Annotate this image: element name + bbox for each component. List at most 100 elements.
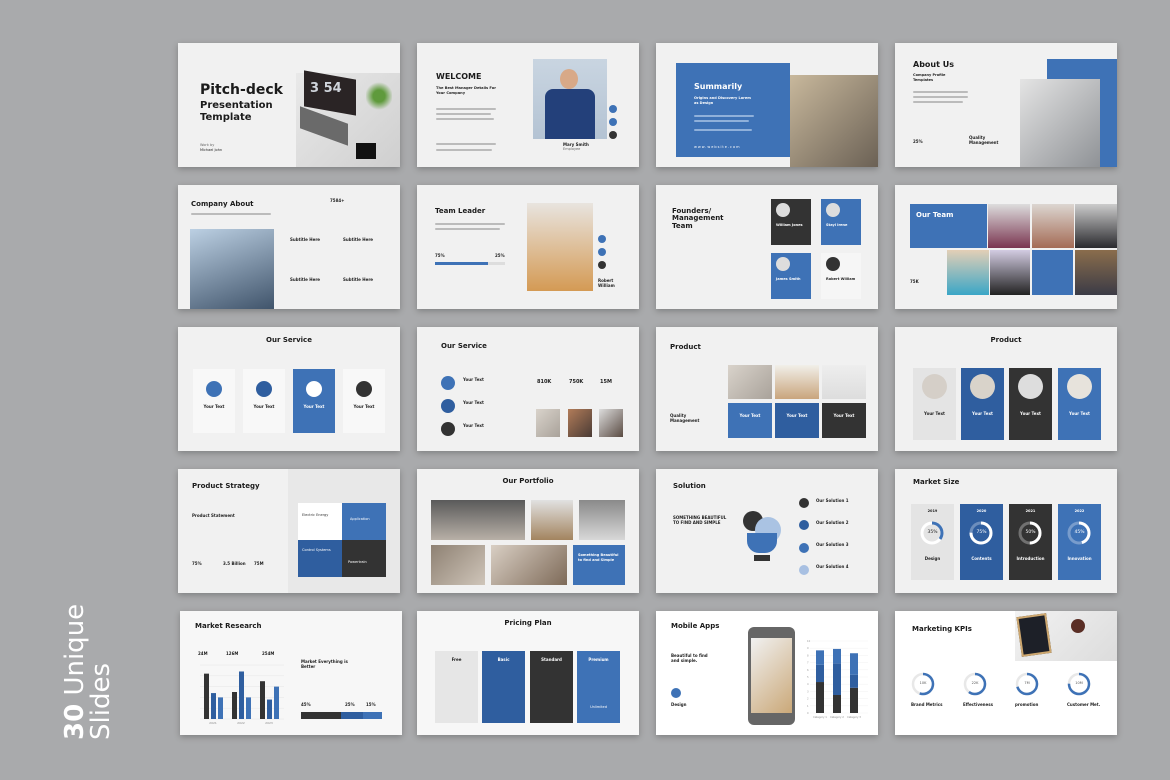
slide-market-research[interactable]: Market Research 24M 126M 254M 2021 2022 20…: [180, 611, 402, 735]
plan-feature: Unlimited: [590, 705, 607, 709]
product-card-title: Your Text: [739, 413, 761, 418]
slide-title: WELCOME: [436, 72, 482, 81]
person-role: Employee: [563, 147, 581, 151]
website-url: www.website.com: [694, 145, 741, 149]
stat-value: 810K: [537, 379, 552, 385]
side-label: 30 Unique Slides: [60, 604, 116, 740]
bar-series-2-2023: [267, 699, 272, 719]
percent-label: 75%: [976, 530, 987, 535]
x-tick-label: Category 2: [830, 715, 844, 719]
text-line: [913, 96, 968, 98]
slide-team-leader[interactable]: Team Leader 75% 25% Robert William: [417, 185, 639, 309]
slide-subtitle: Product Statement: [192, 513, 235, 518]
slide-marketing-kpis[interactable]: Marketing KPIs 10K Brand Metrics 22K Effect…: [895, 611, 1117, 735]
stack-series-2-category-2: [833, 663, 841, 695]
portfolio-photo: [579, 500, 625, 540]
service-icon: [441, 376, 455, 390]
plan-name: Premium: [588, 657, 609, 662]
founder-name: James Smith: [776, 277, 801, 281]
portfolio-caption-box: Something Beautiful to find and Simple: [573, 545, 625, 585]
slide-founders[interactable]: Founders/ Management Team William Jones …: [656, 185, 878, 309]
feature-title: Subtitle Here: [290, 277, 321, 282]
slide-our-service-cards[interactable]: Our Service Your Text Your Text Your Tex…: [178, 327, 400, 451]
service-card-title: Your Text: [303, 404, 325, 409]
plan-column[interactable]: Standard: [530, 651, 573, 723]
slide-product-cards[interactable]: Product Your Text Your Text Your Text Yo…: [895, 327, 1117, 451]
slide-title: Product: [990, 336, 1022, 344]
slide-about-us[interactable]: About Us Company Profile Templates 25% Q…: [895, 43, 1117, 167]
product-photo: [728, 365, 772, 399]
founder-card: Robert William: [821, 253, 861, 299]
slide-product-strategy[interactable]: Product Strategy Product Statement Elect…: [178, 469, 400, 593]
social-icon[interactable]: [598, 248, 606, 256]
product-card: Your Text: [822, 403, 866, 438]
check-icon: [799, 543, 809, 553]
feature-title: Subtitle Here: [343, 237, 374, 242]
service-item: Your Text: [463, 423, 484, 428]
slide-subtitle: Company Profile Templates: [913, 73, 946, 82]
bullet-line: [436, 149, 492, 151]
slide-welcome[interactable]: WELCOME The Best Manager Details For You…: [417, 43, 639, 167]
slide-market-size[interactable]: Market Size 2019 35% Design 2020 75% Contents…: [895, 469, 1117, 593]
slide-our-service-list[interactable]: Our Service Your Text Your Text Your Tex…: [417, 327, 639, 451]
slide-title: Our Team: [916, 211, 954, 219]
slide-solution[interactable]: Solution SOMETHING BEAUTIFUL TO FIND AND…: [656, 469, 878, 593]
service-item: Your Text: [463, 400, 484, 405]
stack-series-1-category-2: [833, 695, 841, 713]
social-icon[interactable]: [609, 131, 617, 139]
slide-summarily[interactable]: Summarily Origins and Discovery Lorem as…: [656, 43, 878, 167]
design-icon: [671, 688, 681, 698]
quadrant: Powertrain: [342, 540, 386, 577]
service-card: Your Text: [343, 369, 385, 433]
market-size-card: 2019 35% Design: [911, 504, 954, 580]
plan-column[interactable]: Basic: [482, 651, 525, 723]
slide-title: Mobile Apps: [671, 622, 720, 630]
plan-name: Free: [451, 657, 462, 662]
slide-pitch-deck[interactable]: Pitch-deck Presentation Template Work by…: [178, 43, 400, 167]
team-panel: Our Team: [910, 204, 987, 248]
team-photo: [990, 250, 1030, 295]
social-icon[interactable]: [609, 118, 617, 126]
bulb-base: [754, 555, 770, 561]
author-name: Michael John: [200, 148, 223, 152]
service-card-title: Your Text: [203, 404, 225, 409]
phone-mockup: [748, 627, 795, 725]
chart-top-label: 126M: [226, 651, 239, 656]
slide-title: Product Strategy: [192, 482, 260, 490]
quadrant: Electric Energy: [298, 503, 342, 540]
slide-portfolio[interactable]: Our Portfolio Something Beautiful to fin…: [417, 469, 639, 593]
stat-value: 7584+: [330, 198, 345, 203]
plan-column[interactable]: Premium Unlimited: [577, 651, 620, 723]
slide-company-about[interactable]: Company About 7584+ Subtitle Here Subtit…: [178, 185, 400, 309]
stack-series-3-category-2: [833, 648, 841, 664]
slide-pricing-plan[interactable]: Pricing Plan Free Basic Standard Premium…: [417, 611, 639, 735]
mobile-apps-chart: 0 1 2 3 4 5 6 7 8 9 10 Category 1 Category 2 Category…: [807, 639, 868, 719]
summary-panel: Summarily Origins and Discovery Lorem as…: [676, 63, 790, 157]
product-card: Your Text: [728, 403, 772, 438]
bar-series-3-2021: [218, 697, 223, 719]
stack-series-3-category-1: [816, 650, 824, 665]
team-photo: [947, 250, 989, 295]
card-label: Innovation: [1067, 556, 1092, 561]
slide-subtitle: SOMETHING BEAUTIFUL TO FIND AND SIMPLE: [673, 515, 727, 525]
x-tick-label: 2023: [265, 721, 273, 725]
slide-our-team[interactable]: Our Team 75K: [895, 185, 1117, 309]
product-image: [1018, 374, 1043, 399]
slide-mobile-apps[interactable]: Mobile Apps Beautiful to find and simple…: [656, 611, 878, 735]
social-icon[interactable]: [609, 105, 617, 113]
phone-screen: [751, 638, 792, 713]
chart-top-label: 254M: [262, 651, 275, 656]
social-icon[interactable]: [598, 261, 606, 269]
social-icon[interactable]: [598, 235, 606, 243]
avatar: [776, 203, 790, 217]
plan-column[interactable]: Free: [435, 651, 478, 723]
quadrant-label: Application: [350, 517, 370, 521]
feature-title: Design: [671, 702, 687, 707]
plan-name: Basic: [497, 657, 510, 662]
product-card-title: Your Text: [833, 413, 855, 418]
quadrant: Application: [342, 503, 386, 540]
slide-product-grid[interactable]: Product Quality Management Your Text You…: [656, 327, 878, 451]
pct-label: 15%: [366, 702, 376, 707]
slide-title: Summarily: [694, 82, 743, 91]
kpi-value: 22K: [971, 681, 979, 685]
